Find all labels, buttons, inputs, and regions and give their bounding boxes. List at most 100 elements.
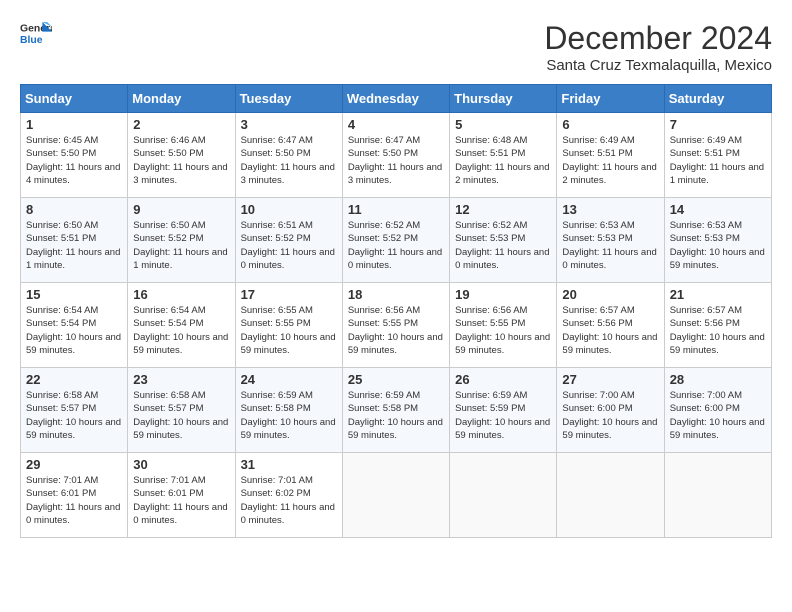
day-info: Sunrise: 6:54 AMSunset: 5:54 PMDaylight:… [133,304,229,357]
col-header-friday: Friday [557,85,664,113]
day-info: Sunrise: 6:47 AMSunset: 5:50 PMDaylight:… [348,134,444,187]
day-number: 16 [133,287,229,302]
day-number: 3 [241,117,337,132]
day-info: Sunrise: 6:46 AMSunset: 5:50 PMDaylight:… [133,134,229,187]
day-number: 27 [562,372,658,387]
day-info: Sunrise: 6:56 AMSunset: 5:55 PMDaylight:… [348,304,444,357]
logo-icon: General Blue [20,20,52,48]
day-number: 20 [562,287,658,302]
day-info: Sunrise: 6:50 AMSunset: 5:52 PMDaylight:… [133,219,229,272]
day-number: 22 [26,372,122,387]
day-info: Sunrise: 6:59 AMSunset: 5:58 PMDaylight:… [348,389,444,442]
day-cell [342,453,449,538]
day-info: Sunrise: 6:51 AMSunset: 5:52 PMDaylight:… [241,219,337,272]
day-info: Sunrise: 6:59 AMSunset: 5:58 PMDaylight:… [241,389,337,442]
day-cell: 22 Sunrise: 6:58 AMSunset: 5:57 PMDayligh… [21,368,128,453]
day-cell: 23Sunrise: 6:58 AMSunset: 5:57 PMDayligh… [128,368,235,453]
day-info: Sunrise: 7:01 AMSunset: 6:02 PMDaylight:… [241,474,337,527]
day-info: Sunrise: 6:53 AMSunset: 5:53 PMDaylight:… [670,219,766,272]
col-header-monday: Monday [128,85,235,113]
day-info: Sunrise: 6:59 AMSunset: 5:59 PMDaylight:… [455,389,551,442]
day-info: Sunrise: 6:45 AMSunset: 5:50 PMDaylight:… [26,134,122,187]
week-row-2: 8 Sunrise: 6:50 AMSunset: 5:51 PMDaylight… [21,198,772,283]
day-number: 26 [455,372,551,387]
day-cell: 13Sunrise: 6:53 AMSunset: 5:53 PMDayligh… [557,198,664,283]
day-info: Sunrise: 6:49 AMSunset: 5:51 PMDaylight:… [670,134,766,187]
day-info: Sunrise: 6:52 AMSunset: 5:53 PMDaylight:… [455,219,551,272]
day-number: 19 [455,287,551,302]
day-number: 24 [241,372,337,387]
day-number: 25 [348,372,444,387]
week-row-5: 29 Sunrise: 7:01 AMSunset: 6:01 PMDayligh… [21,453,772,538]
day-number: 5 [455,117,551,132]
svg-text:Blue: Blue [20,35,43,46]
day-cell: 14 Sunrise: 6:53 AMSunset: 5:53 PMDayligh… [664,198,771,283]
day-cell [557,453,664,538]
day-number: 8 [26,202,122,217]
day-info: Sunrise: 6:57 AMSunset: 5:56 PMDaylight:… [562,304,658,357]
col-header-sunday: Sunday [21,85,128,113]
day-cell: 10 Sunrise: 6:51 AMSunset: 5:52 PMDayligh… [235,198,342,283]
calendar-table: SundayMondayTuesdayWednesdayThursdayFrid… [20,84,772,538]
day-cell: 8 Sunrise: 6:50 AMSunset: 5:51 PMDaylight… [21,198,128,283]
day-number: 12 [455,202,551,217]
day-cell: 30 Sunrise: 7:01 AMSunset: 6:01 PMDayligh… [128,453,235,538]
day-info: Sunrise: 7:01 AMSunset: 6:01 PMDaylight:… [133,474,229,527]
day-cell: 18Sunrise: 6:56 AMSunset: 5:55 PMDayligh… [342,283,449,368]
day-cell [450,453,557,538]
day-cell: 16 Sunrise: 6:54 AMSunset: 5:54 PMDayligh… [128,283,235,368]
day-cell: 9 Sunrise: 6:50 AMSunset: 5:52 PMDaylight… [128,198,235,283]
day-info: Sunrise: 6:52 AMSunset: 5:52 PMDaylight:… [348,219,444,272]
day-cell: 28 Sunrise: 7:00 AMSunset: 6:00 PMDayligh… [664,368,771,453]
day-cell: 21 Sunrise: 6:57 AMSunset: 5:56 PMDayligh… [664,283,771,368]
day-info: Sunrise: 6:49 AMSunset: 5:51 PMDaylight:… [562,134,658,187]
day-cell: 26 Sunrise: 6:59 AMSunset: 5:59 PMDayligh… [450,368,557,453]
day-cell: 24 Sunrise: 6:59 AMSunset: 5:58 PMDayligh… [235,368,342,453]
day-cell: 20 Sunrise: 6:57 AMSunset: 5:56 PMDayligh… [557,283,664,368]
day-info: Sunrise: 6:58 AMSunset: 5:57 PMDaylight:… [26,389,122,442]
day-info: Sunrise: 6:48 AMSunset: 5:51 PMDaylight:… [455,134,551,187]
day-number: 15 [26,287,122,302]
day-info: Sunrise: 7:00 AMSunset: 6:00 PMDaylight:… [670,389,766,442]
day-cell: 2 Sunrise: 6:46 AMSunset: 5:50 PMDaylight… [128,113,235,198]
day-info: Sunrise: 6:57 AMSunset: 5:56 PMDaylight:… [670,304,766,357]
day-number: 14 [670,202,766,217]
day-cell [664,453,771,538]
day-info: Sunrise: 6:58 AMSunset: 5:57 PMDaylight:… [133,389,229,442]
day-number: 10 [241,202,337,217]
day-cell: 7 Sunrise: 6:49 AMSunset: 5:51 PMDaylight… [664,113,771,198]
day-cell: 12 Sunrise: 6:52 AMSunset: 5:53 PMDayligh… [450,198,557,283]
day-number: 6 [562,117,658,132]
day-cell: 29Sunrise: 7:01 AMSunset: 6:01 PMDayligh… [21,453,128,538]
week-row-3: 15 Sunrise: 6:54 AMSunset: 5:54 PMDayligh… [21,283,772,368]
day-number: 7 [670,117,766,132]
day-cell: 3 Sunrise: 6:47 AMSunset: 5:50 PMDaylight… [235,113,342,198]
week-row-4: 22 Sunrise: 6:58 AMSunset: 5:57 PMDayligh… [21,368,772,453]
day-cell: 4 Sunrise: 6:47 AMSunset: 5:50 PMDaylight… [342,113,449,198]
day-info: Sunrise: 6:50 AMSunset: 5:51 PMDaylight:… [26,219,122,272]
logo: General Blue [20,20,52,48]
day-cell: 6 Sunrise: 6:49 AMSunset: 5:51 PMDaylight… [557,113,664,198]
header-row: SundayMondayTuesdayWednesdayThursdayFrid… [21,85,772,113]
day-number: 29 [26,457,122,472]
location-title: Santa Cruz Texmalaquilla, Mexico [544,57,772,74]
day-number: 2 [133,117,229,132]
day-number: 21 [670,287,766,302]
day-number: 4 [348,117,444,132]
col-header-tuesday: Tuesday [235,85,342,113]
day-number: 28 [670,372,766,387]
title-area: December 2024 Santa Cruz Texmalaquilla, … [544,20,772,74]
day-cell: 31Sunrise: 7:01 AMSunset: 6:02 PMDayligh… [235,453,342,538]
week-row-1: 1Sunrise: 6:45 AMSunset: 5:50 PMDaylight… [21,113,772,198]
page-header: General Blue December 2024 Santa Cruz Te… [20,20,772,74]
day-info: Sunrise: 6:56 AMSunset: 5:55 PMDaylight:… [455,304,551,357]
day-number: 30 [133,457,229,472]
day-info: Sunrise: 6:54 AMSunset: 5:54 PMDaylight:… [26,304,122,357]
day-cell: 5 Sunrise: 6:48 AMSunset: 5:51 PMDaylight… [450,113,557,198]
day-cell: 1Sunrise: 6:45 AMSunset: 5:50 PMDaylight… [21,113,128,198]
day-info: Sunrise: 6:47 AMSunset: 5:50 PMDaylight:… [241,134,337,187]
day-cell: 11Sunrise: 6:52 AMSunset: 5:52 PMDayligh… [342,198,449,283]
day-number: 9 [133,202,229,217]
day-cell: 19 Sunrise: 6:56 AMSunset: 5:55 PMDayligh… [450,283,557,368]
col-header-thursday: Thursday [450,85,557,113]
